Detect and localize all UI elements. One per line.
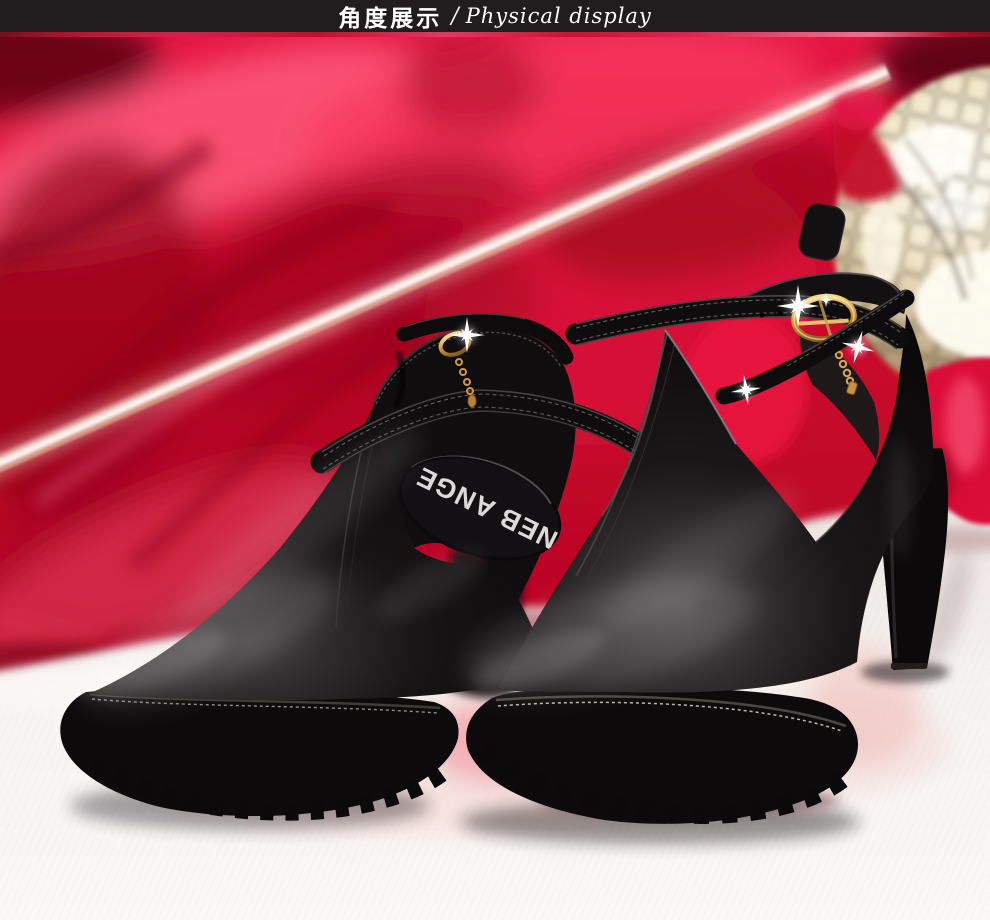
section-title-en: Physical display xyxy=(466,4,652,28)
product-photo: NEB ANGE xyxy=(0,37,990,920)
header-accent-stripe xyxy=(0,32,990,37)
section-title-divider: / xyxy=(451,4,458,29)
product-photo-section: 角度展示 / Physical display xyxy=(0,0,990,920)
section-header: 角度展示 / Physical display xyxy=(0,0,990,32)
section-title-zh: 角度展示 xyxy=(338,0,442,33)
